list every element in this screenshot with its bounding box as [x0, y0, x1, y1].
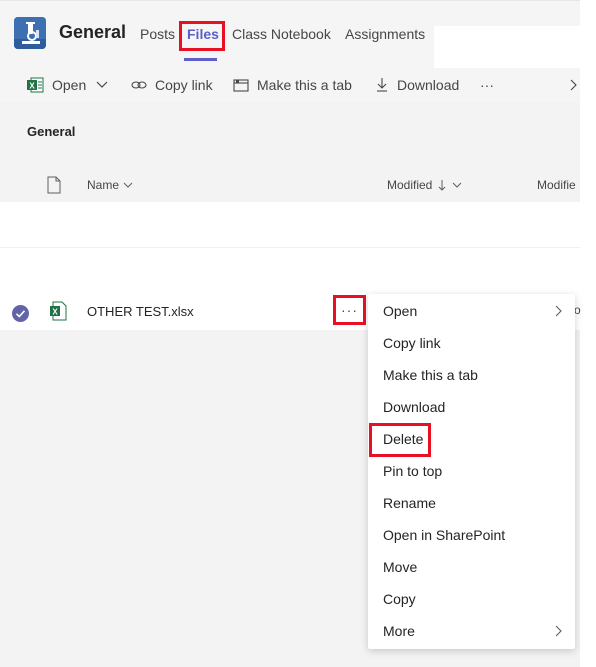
menu-item-label: Pin to top	[383, 463, 443, 479]
menu-item-label: Make this a tab	[383, 367, 478, 383]
chevron-down-icon	[453, 182, 462, 188]
menu-item-move[interactable]: Move	[368, 551, 575, 583]
link-icon	[131, 81, 147, 89]
chevron-down-icon	[96, 81, 108, 88]
sort-down-icon	[439, 180, 446, 191]
tab-class-notebook[interactable]: Class Notebook	[232, 26, 331, 42]
document-icon[interactable]	[47, 176, 61, 199]
context-menu: Open Copy link Make this a tab Download …	[368, 294, 575, 649]
svg-text:X: X	[29, 82, 35, 91]
menu-item-label: Copy link	[383, 335, 441, 351]
menu-item-label: Copy	[383, 591, 416, 607]
tab-posts[interactable]: Posts	[140, 26, 175, 42]
header-blank-area	[434, 26, 580, 68]
menu-item-open-in-sharepoint[interactable]: Open in SharePoint	[368, 519, 575, 551]
copy-link-label: Copy link	[155, 77, 213, 93]
library-title: General	[27, 124, 76, 139]
column-header-name-label: Name	[87, 178, 120, 192]
row-overflow-text: o	[574, 303, 581, 317]
channel-title: General	[59, 22, 127, 42]
tab-assignments[interactable]: Assignments	[345, 26, 425, 42]
channel-header: General Posts Files Class Notebook Assig…	[0, 0, 580, 68]
menu-item-copy[interactable]: Copy	[368, 583, 575, 615]
svg-text:X: X	[52, 308, 58, 317]
menu-item-label: Download	[383, 399, 446, 415]
files-tab-highlight-box	[179, 21, 225, 51]
column-header-modified-by[interactable]: Modifie	[537, 178, 576, 192]
chevron-right-icon	[555, 305, 562, 317]
row-divider	[0, 247, 580, 248]
column-header-modified[interactable]: Modified	[387, 178, 462, 192]
menu-item-open[interactable]: Open	[368, 295, 575, 327]
open-label: Open	[52, 77, 87, 93]
menu-item-pin-to-top[interactable]: Pin to top	[368, 455, 575, 487]
menu-item-make-tab[interactable]: Make this a tab	[368, 359, 575, 391]
download-icon	[377, 78, 387, 92]
menu-item-label: Move	[383, 559, 418, 575]
menu-item-more[interactable]: More	[368, 615, 575, 647]
row-more-options-button[interactable]: ···	[333, 295, 366, 325]
column-header-modified-label: Modified	[387, 178, 433, 192]
make-tab-label: Make this a tab	[257, 77, 352, 93]
chevron-down-icon	[123, 182, 133, 188]
menu-item-label: Open	[383, 303, 418, 319]
menu-item-label: More	[383, 623, 415, 639]
check-circle-icon[interactable]	[12, 305, 29, 322]
menu-item-label: Rename	[383, 495, 436, 511]
more-actions-button[interactable]: ···	[480, 68, 494, 102]
delete-highlight-box	[369, 423, 431, 457]
top-border	[0, 0, 580, 1]
chevron-right-icon	[555, 625, 562, 637]
tab-icon	[233, 79, 249, 92]
open-button[interactable]: X Open	[26, 68, 108, 102]
list-blank-area	[0, 202, 580, 294]
menu-item-download[interactable]: Download	[368, 391, 575, 423]
excel-icon: X	[49, 301, 67, 326]
chevron-right-icon[interactable]	[570, 68, 586, 102]
column-header-row: Name Modified Modifie	[0, 168, 580, 202]
menu-item-rename[interactable]: Rename	[368, 487, 575, 519]
make-tab-button[interactable]: Make this a tab	[233, 68, 352, 102]
science-team-icon[interactable]	[14, 17, 46, 49]
file-name[interactable]: OTHER TEST.xlsx	[87, 304, 194, 319]
column-header-name[interactable]: Name	[87, 178, 133, 192]
menu-item-copy-link[interactable]: Copy link	[368, 327, 575, 359]
download-button[interactable]: Download	[375, 68, 459, 102]
command-bar: X Open Copy link Make this a tab Downloa…	[0, 68, 580, 102]
copy-link-button[interactable]: Copy link	[131, 68, 213, 102]
excel-icon: X	[27, 77, 44, 93]
download-label: Download	[397, 77, 460, 93]
menu-item-label: Open in SharePoint	[383, 527, 506, 543]
active-tab-indicator	[184, 58, 217, 61]
